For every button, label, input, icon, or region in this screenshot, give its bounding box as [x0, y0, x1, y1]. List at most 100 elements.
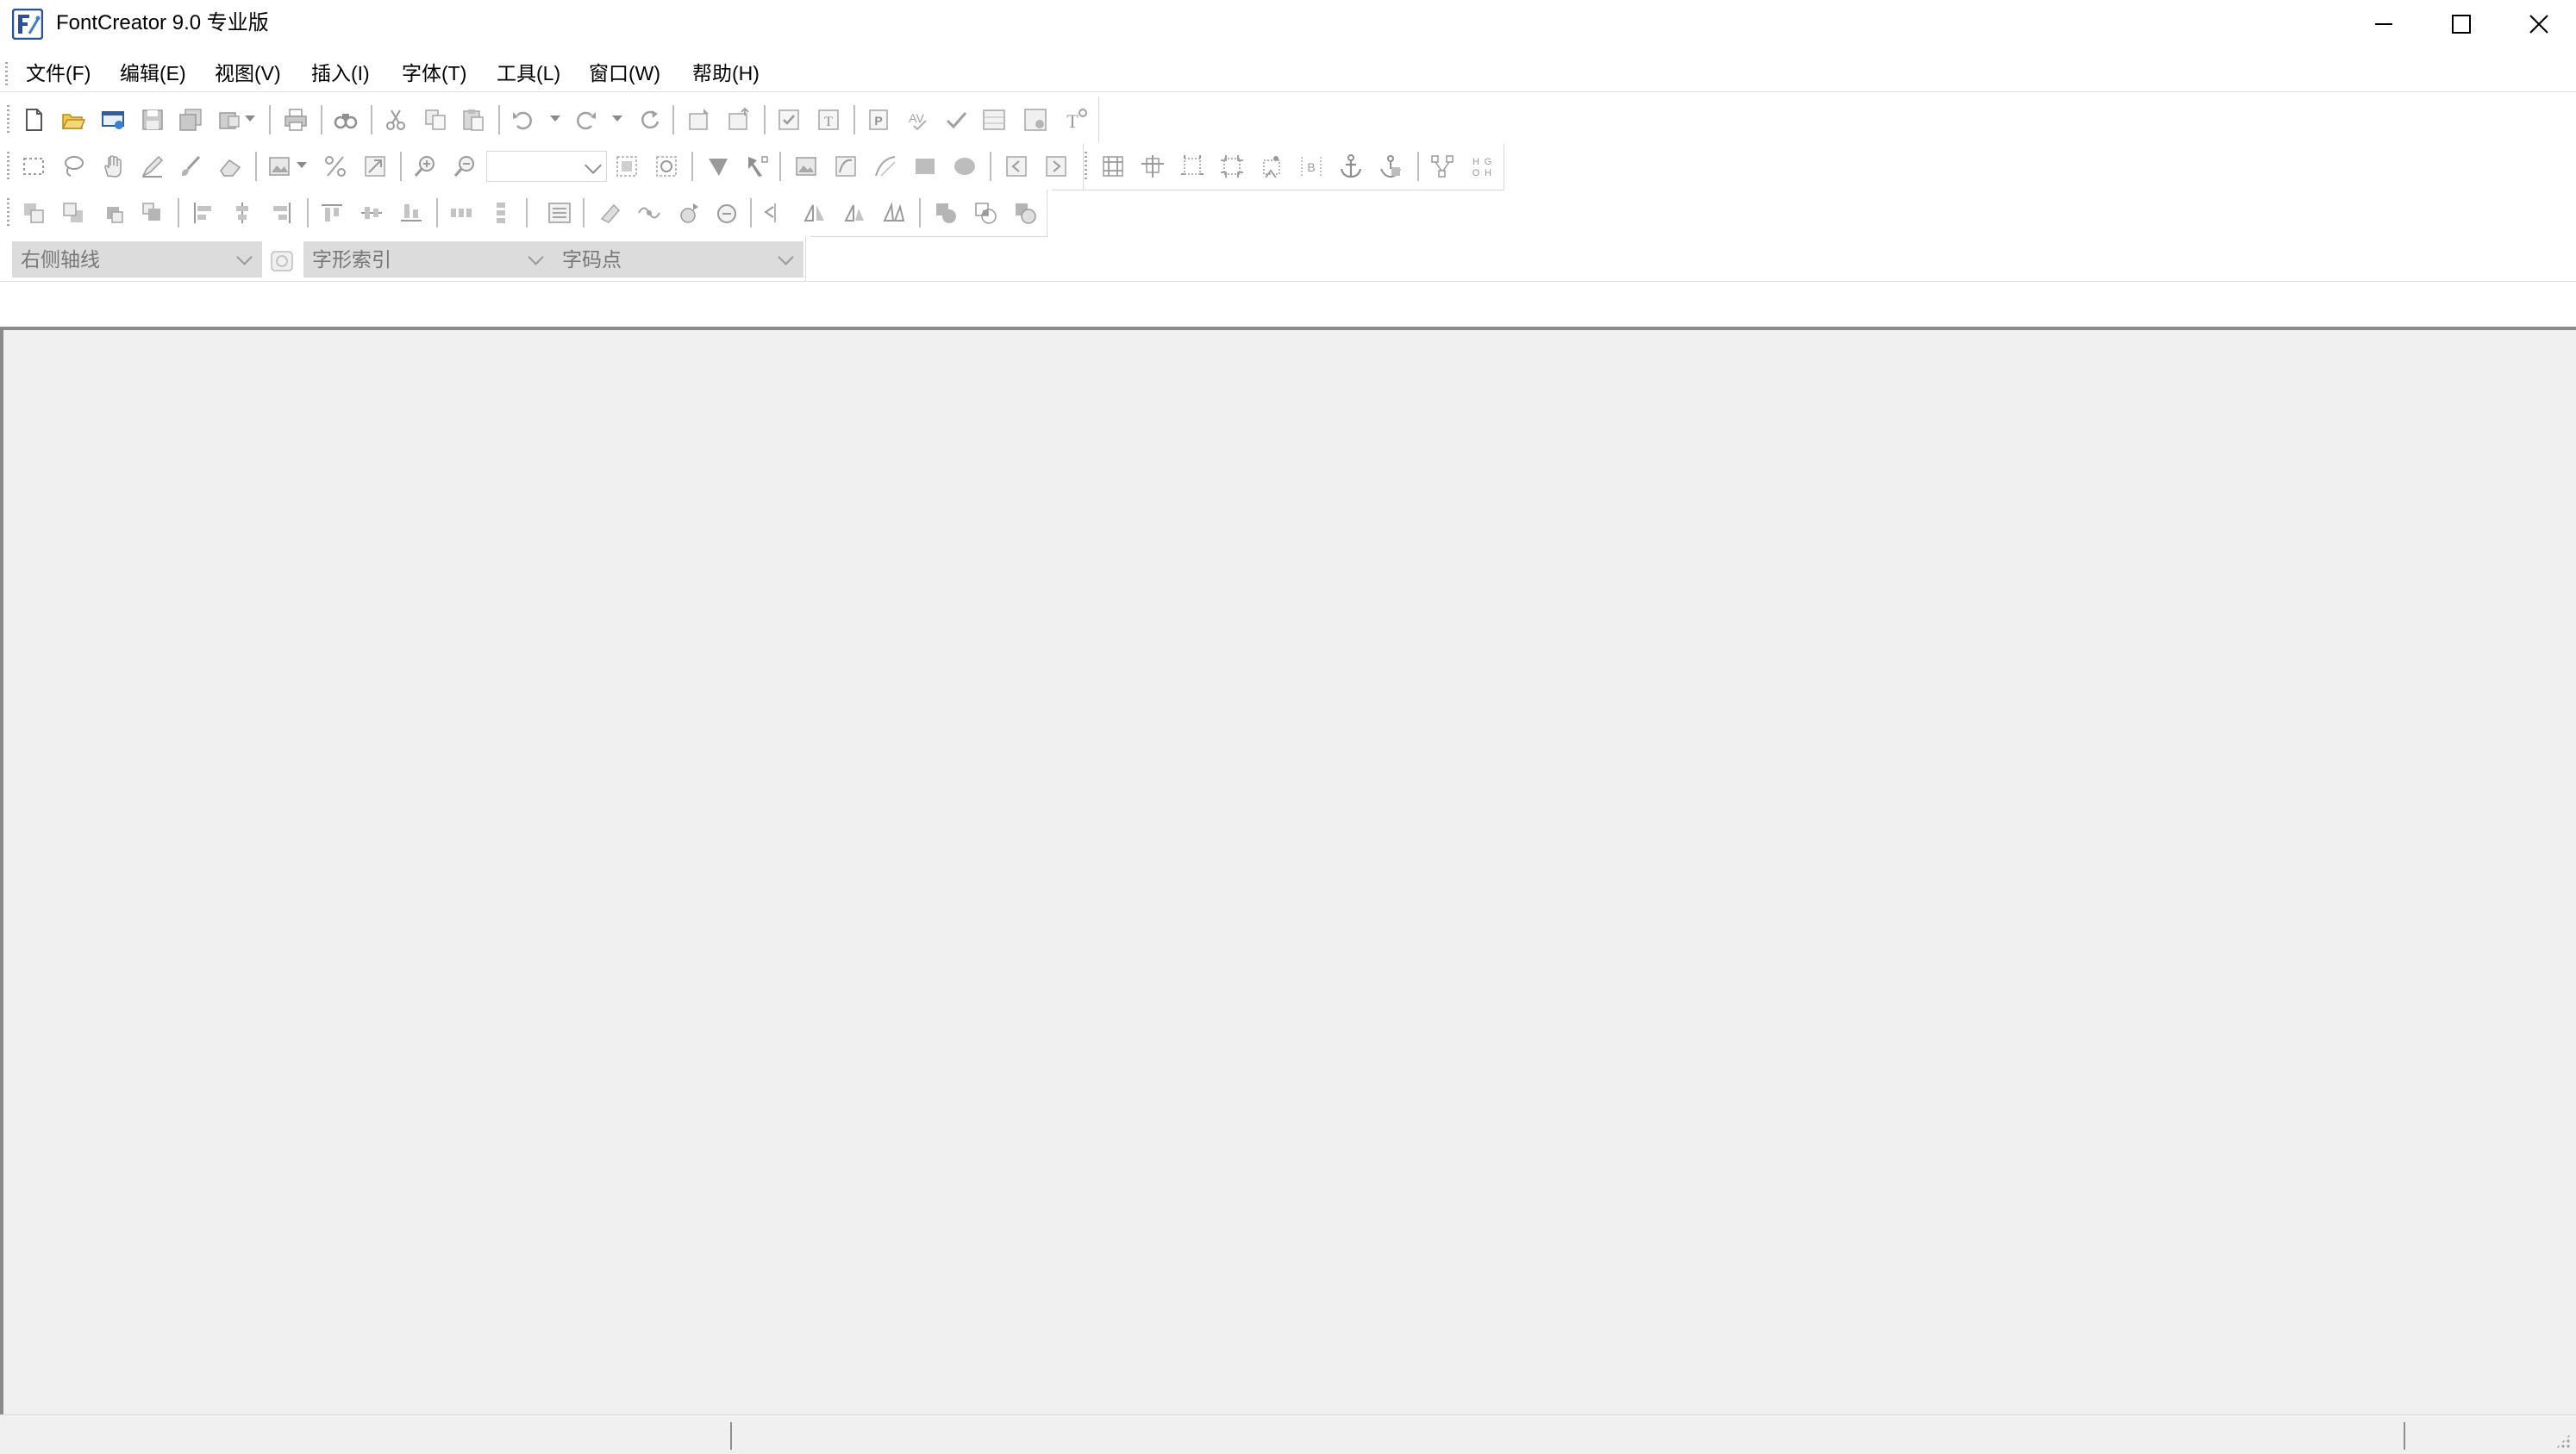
copy-icon[interactable] [422, 107, 448, 133]
send-back-icon[interactable] [60, 200, 86, 226]
clean-icon[interactable] [597, 200, 622, 226]
minimize-button[interactable] [2345, 0, 2423, 48]
close-button[interactable] [2500, 0, 2576, 48]
zoom-in-icon[interactable] [412, 153, 438, 179]
undo-icon[interactable] [510, 107, 536, 133]
prev-glyph-icon[interactable] [1004, 153, 1029, 179]
anchor-icon[interactable] [1338, 153, 1364, 179]
undo-dropdown-caret[interactable] [550, 115, 560, 122]
menu-insert[interactable]: 插入(I) [311, 55, 370, 91]
send-backward-icon[interactable] [140, 200, 166, 226]
fit-icon[interactable] [614, 153, 640, 179]
intersect-icon[interactable] [972, 200, 998, 226]
toolbar-grip[interactable] [1085, 152, 1087, 181]
percent-icon[interactable] [322, 153, 348, 179]
edit-pen-icon[interactable] [140, 153, 166, 179]
hand-icon[interactable] [100, 153, 126, 179]
refresh-icon[interactable] [636, 107, 662, 133]
codepoint-dropdown[interactable]: 字码点 [553, 241, 803, 278]
skew-icon[interactable] [841, 200, 867, 226]
glyph-overview-icon[interactable] [981, 107, 1007, 133]
menubar-grip[interactable] [5, 62, 8, 86]
zoom-select-icon[interactable] [653, 153, 679, 179]
zoom-out-icon[interactable] [452, 153, 478, 179]
title-bar[interactable]: FontCreator 9.0 专业版 [0, 0, 2576, 48]
new-file-icon[interactable] [21, 107, 47, 133]
simplify-icon[interactable] [636, 200, 662, 226]
bounds-icon[interactable] [1219, 153, 1245, 179]
test-font-icon[interactable]: T [816, 107, 841, 133]
metrics-icon[interactable] [1179, 153, 1205, 179]
trace-icon[interactable] [833, 153, 859, 179]
image-icon[interactable] [267, 153, 293, 179]
open-folder-icon[interactable] [60, 107, 86, 133]
resize-grip-icon[interactable] [2555, 1433, 2571, 1449]
menu-file[interactable]: 文件(F) [26, 55, 91, 91]
glyph-lookup-icon[interactable] [269, 248, 295, 274]
toolbar-grip[interactable] [7, 198, 9, 228]
guides-icon[interactable] [1140, 153, 1166, 179]
align-right-icon[interactable] [269, 200, 295, 226]
reverse-icon[interactable] [714, 200, 740, 226]
select-rect-icon[interactable] [21, 153, 47, 179]
distribute-v-icon[interactable] [488, 200, 514, 226]
export-icon[interactable] [217, 107, 243, 133]
subtract-icon[interactable] [1012, 200, 1038, 226]
sidebearing-dropdown[interactable]: 右侧轴线 [12, 241, 262, 278]
next-glyph-icon[interactable] [1043, 153, 1069, 179]
validate-icon[interactable] [776, 107, 802, 133]
align-left-icon[interactable] [190, 200, 216, 226]
maximize-button[interactable] [2423, 0, 2500, 48]
cut-icon[interactable] [383, 107, 409, 133]
menu-tools[interactable]: 工具(L) [497, 55, 560, 91]
menu-edit[interactable]: 编辑(E) [120, 55, 186, 91]
menu-window[interactable]: 窗口(W) [589, 55, 660, 91]
composite-icon[interactable] [1378, 153, 1404, 179]
list-icon[interactable] [547, 200, 572, 226]
hint-icon[interactable]: H GO H [1469, 153, 1495, 179]
toolbar-grip[interactable] [7, 105, 9, 134]
align-bottom-icon[interactable] [398, 200, 424, 226]
properties-icon[interactable]: P [866, 107, 891, 133]
baseline-icon[interactable]: B [1298, 153, 1324, 179]
menu-help[interactable]: 帮助(H) [692, 55, 760, 91]
save-icon[interactable] [140, 107, 166, 133]
grid-icon[interactable] [1100, 153, 1126, 179]
rectangle-icon[interactable] [912, 153, 938, 179]
open-web-icon[interactable] [100, 107, 126, 133]
distribute-h-icon[interactable] [448, 200, 474, 226]
transform-icon[interactable] [745, 153, 771, 179]
glyph-index-dropdown[interactable]: 字形索引 [303, 241, 553, 278]
print-icon[interactable] [283, 107, 309, 133]
pointer-icon[interactable] [705, 153, 731, 179]
redo-icon[interactable] [572, 107, 598, 133]
brush-icon[interactable] [178, 153, 203, 179]
mdi-client-area[interactable] [0, 327, 2576, 1414]
export-glyph-icon[interactable] [726, 107, 752, 133]
nodes-icon[interactable] [1429, 153, 1455, 179]
rotate-icon[interactable] [676, 200, 702, 226]
spellcheck-icon[interactable]: AV [905, 107, 931, 133]
text-tool-icon[interactable]: T [1062, 107, 1088, 133]
lasso-icon[interactable] [60, 153, 86, 179]
kerning-icon[interactable] [1022, 107, 1048, 133]
import-glyph-icon[interactable] [686, 107, 712, 133]
anchor-points-icon[interactable] [1259, 153, 1285, 179]
eraser-icon[interactable] [217, 153, 243, 179]
image-dropdown-caret[interactable] [297, 162, 307, 168]
align-center-icon[interactable] [229, 200, 255, 226]
paste-icon[interactable] [460, 107, 486, 133]
curve-icon[interactable] [872, 153, 898, 179]
ellipse-icon[interactable] [952, 153, 978, 179]
flip-h-icon[interactable] [762, 200, 788, 226]
find-icon[interactable] [333, 107, 359, 133]
slant-icon[interactable] [881, 200, 907, 226]
mirror-icon[interactable] [802, 200, 828, 226]
bring-front-icon[interactable] [21, 200, 47, 226]
align-middle-icon[interactable] [359, 200, 385, 226]
background-image-icon[interactable] [793, 153, 819, 179]
align-top-icon[interactable] [319, 200, 345, 226]
bring-forward-icon[interactable] [100, 200, 126, 226]
check-icon[interactable] [943, 107, 969, 133]
menu-view[interactable]: 视图(V) [215, 55, 281, 91]
